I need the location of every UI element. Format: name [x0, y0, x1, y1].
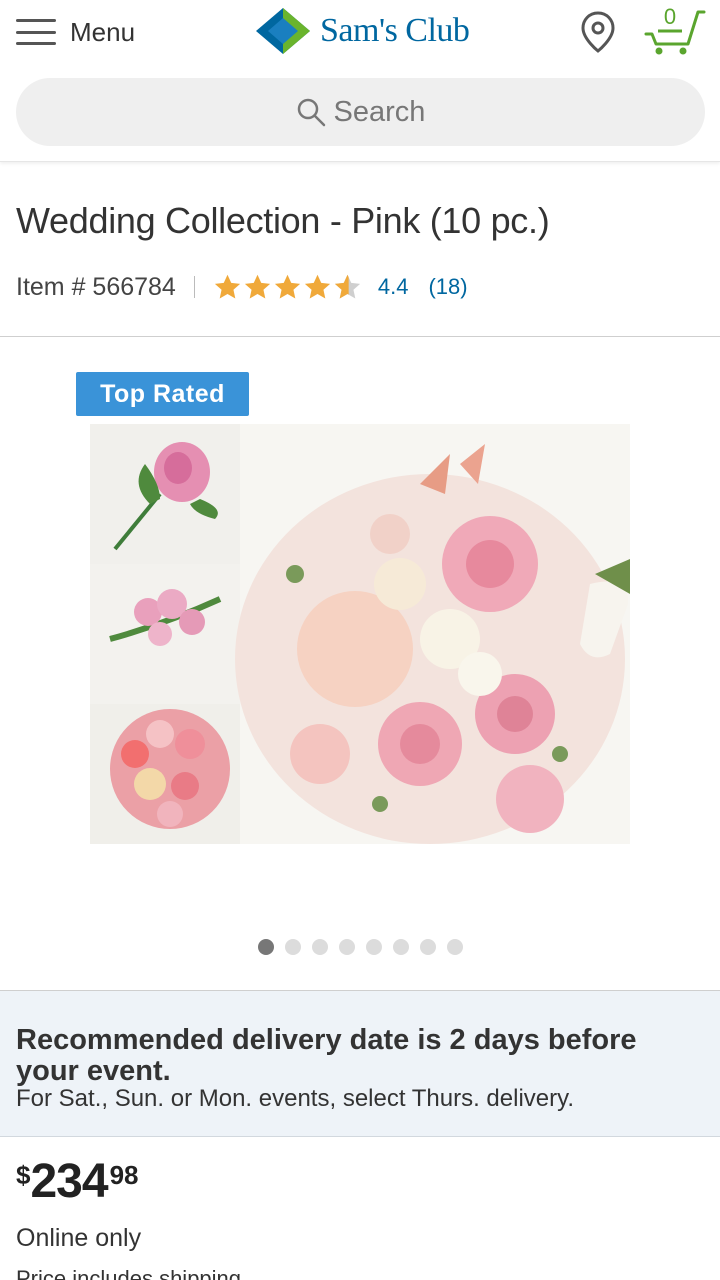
hamburger-icon — [16, 16, 56, 48]
product-image[interactable] — [90, 424, 630, 844]
pagination-dot[interactable] — [339, 939, 355, 955]
product-price: $ 234 98 — [16, 1154, 138, 1210]
star-icon — [214, 274, 240, 299]
image-pagination — [258, 939, 463, 955]
top-rated-badge: Top Rated — [76, 372, 249, 416]
shipping-note: Price includes shipping — [16, 1266, 242, 1280]
search-input[interactable]: Search — [16, 78, 705, 146]
star-icon — [244, 274, 270, 299]
pagination-dot[interactable] — [258, 939, 274, 955]
item-number: Item # 566784 — [16, 272, 176, 301]
product-meta: Item # 566784 4.4 (18) — [16, 268, 468, 306]
pagination-dot[interactable] — [447, 939, 463, 955]
star-rating[interactable] — [213, 273, 362, 301]
meta-separator — [193, 276, 195, 298]
pagination-dot[interactable] — [366, 939, 382, 955]
availability-label: Online only — [16, 1224, 142, 1252]
delivery-notice-subtext: For Sat., Sun. or Mon. events, select Th… — [16, 1085, 575, 1112]
pagination-dot[interactable] — [285, 939, 301, 955]
price-currency: $ — [16, 1160, 31, 1190]
search-icon — [297, 98, 325, 127]
menu-button[interactable]: Menu — [16, 12, 135, 52]
location-pin-icon[interactable] — [578, 10, 618, 54]
price-cents: 98 — [109, 1160, 139, 1190]
sams-club-logo[interactable]: Sam's Club — [254, 6, 470, 56]
divider — [0, 336, 720, 337]
star-icon — [304, 274, 330, 299]
logo-diamond-icon — [256, 8, 310, 54]
pagination-dot[interactable] — [393, 939, 409, 955]
review-count-link[interactable]: (18) — [428, 274, 467, 300]
cart-button[interactable]: 0 — [642, 4, 706, 56]
cart-icon — [644, 10, 706, 55]
search-placeholder: Search — [333, 95, 426, 128]
site-header: Menu Sam's Club 0 Search — [0, 0, 720, 162]
star-half-icon — [334, 274, 360, 299]
delivery-notice: Recommended delivery date is 2 days befo… — [0, 991, 720, 1137]
delivery-notice-headline: Recommended delivery date is 2 days befo… — [16, 1024, 637, 1087]
logo-text: Sam's Club — [320, 12, 470, 49]
product-title: Wedding Collection - Pink (10 pc.) — [16, 200, 550, 241]
price-dollars: 234 — [30, 1155, 108, 1208]
star-icon — [274, 274, 300, 299]
menu-label: Menu — [70, 16, 136, 47]
rating-value: 4.4 — [377, 274, 409, 299]
pagination-dot[interactable] — [312, 939, 328, 955]
pagination-dot[interactable] — [420, 939, 436, 955]
